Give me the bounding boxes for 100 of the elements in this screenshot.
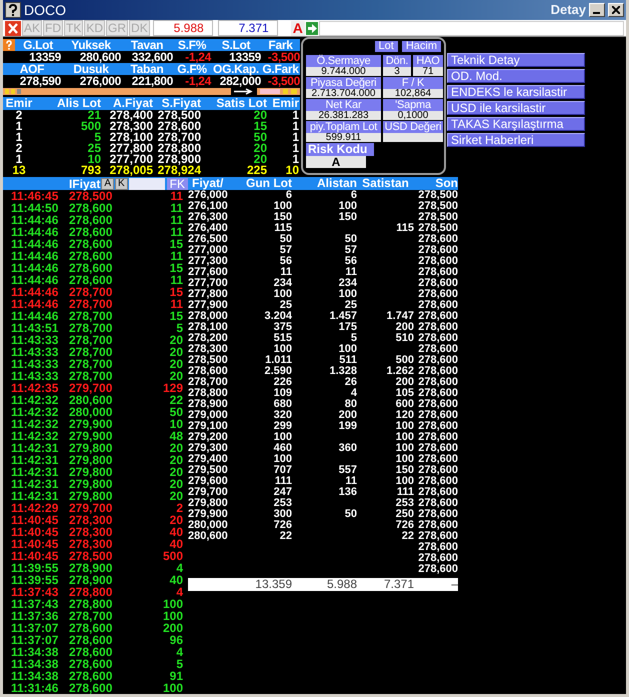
table-cell-text: 253: [272, 498, 292, 509]
table-cell-text: 278,600: [417, 454, 458, 465]
table-cell: 279,700: [188, 487, 228, 498]
table-cell-text: 375: [272, 322, 292, 333]
table-cell-text: 11:34:38: [11, 646, 60, 658]
table-cell-text: 280,600: [78, 51, 121, 63]
table-cell-text: 278,500: [417, 201, 458, 212]
table-cell-text: 278,600: [417, 542, 458, 553]
table-cell-text: 15: [168, 286, 183, 298]
table-cell-text: 11:40:45: [11, 550, 60, 562]
table-cell-text: 1: [14, 132, 24, 143]
table-cell-text: 11:42:32: [11, 430, 60, 442]
table-cell-text: 278,600: [417, 509, 458, 520]
table-cell-text: 11:44:46: [11, 226, 60, 238]
table-cell-text: 278,600: [417, 531, 458, 542]
menu-button[interactable]: ENDEKS le karsilastir: [447, 85, 585, 99]
table-cell: 277,800: [188, 289, 228, 300]
menu-button[interactable]: Sirket Haberleri: [447, 133, 585, 147]
column-header: Dusuk: [72, 63, 109, 75]
table-cell-text: 20: [252, 110, 267, 121]
table-cell-text: 11:43:33: [11, 346, 60, 358]
close-icon[interactable]: [5, 20, 21, 36]
table-cell-text: 50: [168, 406, 183, 418]
table-cell-text: 50: [278, 234, 292, 245]
table-cell-text: 707: [272, 465, 292, 476]
table-cell-text: 277,700: [108, 154, 153, 165]
filter-button[interactable]: K: [114, 178, 128, 190]
table-cell-text: 21: [88, 110, 101, 121]
table-cell-text: 278,600: [417, 553, 458, 564]
table-cell-text: 11:37:07: [11, 622, 60, 634]
table-cell-text: 278,600: [417, 443, 458, 454]
table-cell-text: 278,500: [69, 550, 114, 562]
table-cell-text: 15: [168, 310, 183, 322]
table-cell-text: 1.457: [328, 311, 357, 322]
table-cell-text: 226: [272, 377, 292, 388]
table-cell-text: 278,600: [69, 250, 114, 262]
window-title: DOCO: [24, 0, 66, 20]
menu-button[interactable]: USD ile karsilastir: [447, 101, 585, 115]
toggle-button[interactable]: Hacim: [402, 41, 441, 52]
table-cell-text: 25: [344, 300, 357, 311]
menu-button[interactable]: TAKAS Karşılaştırma: [447, 117, 585, 131]
table-cell-text: 11:46:45: [11, 190, 60, 202]
minimize-button[interactable]: [589, 3, 605, 17]
table-cell-text: 225: [246, 165, 267, 176]
table-cell-text: 278,500: [156, 110, 201, 121]
table-cell-text: 6: [284, 190, 292, 201]
help-icon[interactable]: [5, 2, 21, 18]
table-cell: 276,500: [188, 234, 228, 245]
arrow-icon[interactable]: [306, 22, 318, 34]
input-field[interactable]: [318, 20, 624, 36]
table-cell-text: 5.988: [326, 578, 357, 591]
close-button[interactable]: [608, 3, 624, 17]
table-cell-text: 50: [344, 509, 357, 520]
table-cell-text: 278,900: [156, 154, 201, 165]
table-cell-text: -3,500: [266, 75, 300, 87]
filter-field[interactable]: [128, 178, 165, 190]
table-cell-text: 200: [394, 377, 414, 388]
table-cell-text: 278,600: [417, 366, 458, 377]
table-cell: 279,100: [188, 421, 228, 432]
table-cell-text: 515: [272, 333, 292, 344]
table-cell-text: 20: [168, 490, 183, 502]
table-cell-text: 253: [394, 498, 414, 509]
table-cell-text: 278,700: [69, 358, 114, 370]
table-cell-text: 278,600: [417, 234, 458, 245]
table-cell-text: 5: [94, 132, 101, 143]
table-cell-text: 278,600: [417, 322, 458, 333]
table-cell: 279,000: [188, 410, 228, 421]
table-cell-text: 11:42:31: [11, 478, 60, 490]
table-cell-text: 279,800: [69, 478, 114, 490]
table-cell-text: 115: [273, 223, 292, 234]
table-cell-text: 20: [168, 346, 183, 358]
table-cell-text: 11:42:32: [11, 394, 60, 406]
filter-button[interactable]: FK: [166, 178, 188, 190]
table-cell: 279,400: [188, 454, 228, 465]
table-cell-text: 1: [291, 132, 299, 143]
table-cell-text: 11:44:46: [11, 286, 60, 298]
table-cell-text: 277,800: [108, 143, 153, 154]
table-cell-text: 4: [175, 646, 183, 658]
table-cell-text: 279,700: [69, 502, 114, 514]
buy-total-field: 7.371: [218, 20, 278, 36]
table-cell-text: 20: [168, 478, 183, 490]
filter-button[interactable]: A: [101, 178, 114, 190]
table-cell: 278,500: [188, 355, 228, 366]
field-label: 'Sapma: [383, 99, 443, 111]
menu-button[interactable]: Teknik Detay: [447, 53, 585, 67]
table-cell-text: 278,600: [417, 245, 458, 256]
table-cell-text: 278,600: [417, 410, 458, 421]
field-label: piy.Toplam Lot: [306, 121, 381, 133]
table-cell-text: 22: [278, 531, 292, 542]
sell-total-field: 5.988: [152, 20, 213, 36]
table-cell-text: 279,800: [69, 466, 114, 478]
value-field: 26.381.283: [306, 111, 381, 120]
menu-button[interactable]: OD. Mod.: [447, 69, 585, 83]
table-cell-text: 278,900: [69, 574, 114, 586]
table-cell-text: 299: [272, 421, 292, 432]
table-cell-text: 56: [278, 256, 292, 267]
table-cell-text: 4: [175, 562, 183, 574]
toggle-button[interactable]: Lot: [374, 41, 398, 52]
table-cell-text: 278,700: [69, 610, 114, 622]
table-cell-text: 11:42:35: [11, 382, 60, 394]
